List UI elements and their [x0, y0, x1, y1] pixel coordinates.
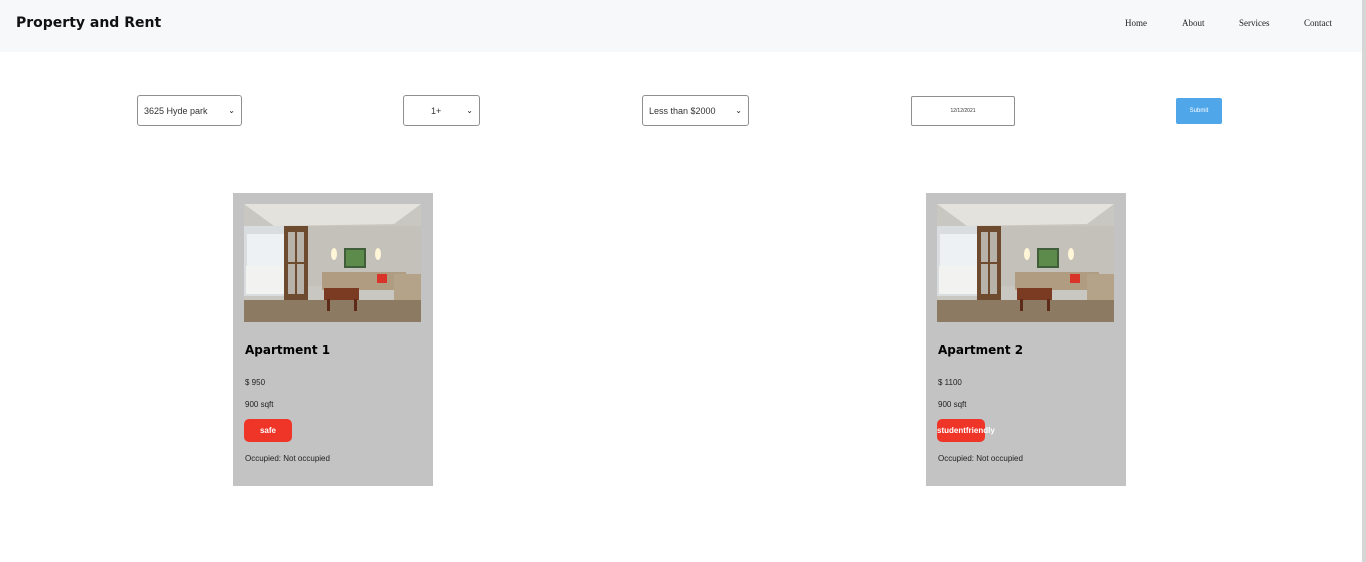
location-select[interactable]: 3625 Hyde park ⌄	[137, 95, 242, 126]
apartment-photo-image	[244, 204, 421, 322]
listing-tag[interactable]: studentfriendly	[937, 419, 995, 442]
navbar: Property and Rent Home About Services Co…	[0, 0, 1362, 52]
listing-title: Apartment 2	[938, 343, 1024, 357]
nav-link-services[interactable]: Services	[1239, 18, 1270, 28]
listing-card[interactable]: Apartment 2 $ 1100 900 sqft studentfrien…	[926, 193, 1126, 486]
submit-button[interactable]: Submit	[1176, 98, 1222, 124]
listing-card[interactable]: Apartment 1 $ 950 900 sqft safe Occupied…	[233, 193, 433, 486]
listing-title: Apartment 1	[245, 343, 331, 357]
apartment-photo	[244, 204, 421, 322]
nav-link-home[interactable]: Home	[1125, 18, 1147, 28]
bedrooms-select[interactable]: 1+ ⌄	[403, 95, 480, 126]
chevron-down-icon: ⌄	[735, 106, 742, 115]
listing-area: 900 sqft	[938, 400, 967, 409]
bedrooms-select-value: 1+	[431, 105, 442, 116]
apartment-photo-image	[937, 204, 1114, 322]
chevron-down-icon: ⌄	[466, 106, 473, 115]
listing-occupancy: Occupied: Not occupied	[245, 454, 330, 463]
date-field-value: 12/12/2021	[950, 108, 976, 114]
scrollbar[interactable]	[1362, 0, 1366, 562]
nav-link-about[interactable]: About	[1182, 18, 1205, 28]
listing-occupancy: Occupied: Not occupied	[938, 454, 1023, 463]
chevron-down-icon: ⌄	[228, 106, 235, 115]
nav-link-contact[interactable]: Contact	[1304, 18, 1332, 28]
price-select-value: Less than $2000	[649, 105, 716, 116]
listing-tag[interactable]: safe	[244, 419, 292, 442]
brand-title[interactable]: Property and Rent	[16, 15, 161, 31]
date-field[interactable]: 12/12/2021	[911, 96, 1015, 126]
listing-price: $ 950	[245, 378, 266, 387]
price-select[interactable]: Less than $2000 ⌄	[642, 95, 749, 126]
listing-area: 900 sqft	[245, 400, 274, 409]
apartment-photo	[937, 204, 1114, 322]
listing-price: $ 1100	[938, 378, 962, 387]
location-select-value: 3625 Hyde park	[144, 105, 208, 116]
